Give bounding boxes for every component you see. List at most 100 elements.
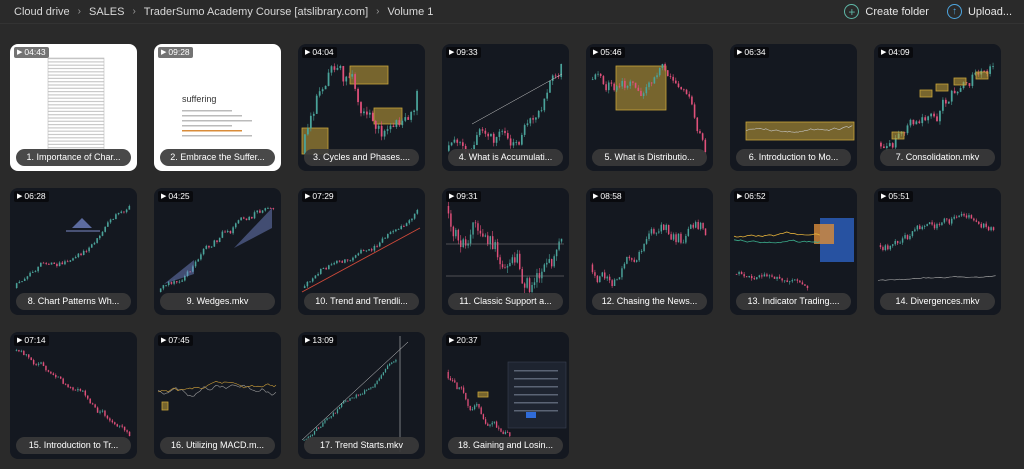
thumbnail-caption: suffering [182, 94, 216, 104]
duration-text: 04:43 [24, 47, 46, 57]
play-icon: ▶ [593, 193, 599, 200]
duration-badge: ▶ 04:25 [158, 191, 193, 202]
duration-text: 13:09 [312, 335, 334, 345]
duration-text: 05:46 [600, 47, 622, 57]
file-tile[interactable]: suffering ▶ 09:28 2. Embrace the Suffer... [154, 44, 281, 171]
file-tile[interactable]: ▶ 07:45 16. Utilizing MACD.m... [154, 332, 281, 459]
upload-arrow-icon: ↑ [946, 4, 962, 19]
create-folder-button[interactable]: + Create folder [844, 4, 929, 19]
play-icon: ▶ [737, 193, 743, 200]
duration-text: 07:45 [168, 335, 190, 345]
play-icon: ▶ [305, 193, 311, 200]
file-name-label: 13. Indicator Trading.... [736, 293, 851, 310]
breadcrumb-volume[interactable]: Volume 1 [388, 6, 434, 18]
chevron-right-icon: › [132, 6, 136, 17]
play-icon: ▶ [17, 337, 23, 344]
duration-badge: ▶ 06:34 [734, 47, 769, 58]
play-icon: ▶ [881, 193, 887, 200]
file-tile[interactable]: ▶ 13:09 17. Trend Starts.mkv [298, 332, 425, 459]
file-tile[interactable]: ▶ 09:33 4. What is Accumulati... [442, 44, 569, 171]
duration-text: 08:58 [600, 191, 622, 201]
duration-badge: ▶ 06:52 [734, 191, 769, 202]
play-icon: ▶ [449, 193, 455, 200]
file-name-label: 16. Utilizing MACD.m... [160, 437, 275, 454]
file-tile[interactable]: ▶ 04:09 7. Consolidation.mkv [874, 44, 1001, 171]
file-name-label: 10. Trend and Trendli... [304, 293, 419, 310]
file-name-label: 2. Embrace the Suffer... [160, 149, 275, 166]
play-icon: ▶ [593, 49, 599, 56]
duration-badge: ▶ 04:04 [302, 47, 337, 58]
file-grid: ▶ 04:43 1. Importance of Char... suffering ▶… [10, 44, 1001, 459]
duration-badge: ▶ 07:14 [14, 335, 49, 346]
toolbar-actions: + Create folder ↑ Upload... [844, 4, 1012, 19]
duration-text: 09:31 [456, 191, 478, 201]
file-name-label: 17. Trend Starts.mkv [304, 437, 419, 454]
breadcrumb-cloud-drive[interactable]: Cloud drive [14, 6, 70, 18]
play-icon: ▶ [161, 49, 167, 56]
duration-text: 04:04 [312, 47, 334, 57]
create-folder-label: Create folder [865, 5, 929, 18]
file-tile[interactable]: ▶ 06:52 13. Indicator Trading.... [730, 188, 857, 315]
play-icon: ▶ [449, 337, 455, 344]
duration-badge: ▶ 09:33 [446, 47, 481, 58]
file-name-label: 1. Importance of Char... [16, 149, 131, 166]
file-name-label: 8. Chart Patterns Wh... [16, 293, 131, 310]
duration-text: 05:51 [888, 191, 910, 201]
plus-circle-icon: + [844, 4, 860, 19]
duration-text: 04:25 [168, 191, 190, 201]
duration-text: 06:52 [744, 191, 766, 201]
file-tile[interactable]: ▶ 04:04 3. Cycles and Phases.... [298, 44, 425, 171]
duration-badge: ▶ 07:29 [302, 191, 337, 202]
file-name-label: 5. What is Distributio... [592, 149, 707, 166]
breadcrumb: Cloud drive › SALES › TraderSumo Academy… [14, 6, 433, 18]
breadcrumb-course[interactable]: TraderSumo Academy Course [atslibrary.co… [144, 6, 368, 18]
play-icon: ▶ [881, 49, 887, 56]
duration-badge: ▶ 13:09 [302, 335, 337, 346]
duration-text: 04:09 [888, 47, 910, 57]
file-name-label: 4. What is Accumulati... [448, 149, 563, 166]
file-tile[interactable]: ▶ 07:14 15. Introduction to Tr... [10, 332, 137, 459]
duration-text: 07:29 [312, 191, 334, 201]
file-name-label: 15. Introduction to Tr... [16, 437, 131, 454]
upload-label: Upload... [967, 5, 1012, 18]
file-name-label: 11. Classic Support a... [448, 293, 563, 310]
play-icon: ▶ [737, 49, 743, 56]
file-name-label: 12. Chasing the News... [592, 293, 707, 310]
play-icon: ▶ [305, 49, 311, 56]
play-icon: ▶ [161, 337, 167, 344]
file-name-label: 7. Consolidation.mkv [880, 149, 995, 166]
upload-button[interactable]: ↑ Upload... [946, 4, 1012, 19]
file-tile[interactable]: ▶ 08:58 12. Chasing the News... [586, 188, 713, 315]
file-tile[interactable]: ▶ 06:28 8. Chart Patterns Wh... [10, 188, 137, 315]
duration-badge: ▶ 20:37 [446, 335, 481, 346]
file-name-label: 18. Gaining and Losin... [448, 437, 563, 454]
file-name-label: 6. Introduction to Mo... [736, 149, 851, 166]
file-tile[interactable]: ▶ 04:25 9. Wedges.mkv [154, 188, 281, 315]
duration-badge: ▶ 04:43 [14, 47, 49, 58]
play-icon: ▶ [17, 193, 23, 200]
file-tile[interactable]: ▶ 09:31 11. Classic Support a... [442, 188, 569, 315]
duration-badge: ▶ 09:28 [158, 47, 193, 58]
file-tile[interactable]: ▶ 20:37 18. Gaining and Losin... [442, 332, 569, 459]
file-tile[interactable]: ▶ 05:51 14. Divergences.mkv [874, 188, 1001, 315]
file-name-label: 3. Cycles and Phases.... [304, 149, 419, 166]
file-tile[interactable]: ▶ 04:43 1. Importance of Char... [10, 44, 137, 171]
file-name-label: 9. Wedges.mkv [160, 293, 275, 310]
duration-badge: ▶ 05:51 [878, 191, 913, 202]
breadcrumb-sales[interactable]: SALES [89, 6, 124, 18]
duration-badge: ▶ 04:09 [878, 47, 913, 58]
duration-text: 09:28 [168, 47, 190, 57]
duration-text: 07:14 [24, 335, 46, 345]
file-tile[interactable]: ▶ 06:34 6. Introduction to Mo... [730, 44, 857, 171]
duration-badge: ▶ 07:45 [158, 335, 193, 346]
file-tile[interactable]: ▶ 05:46 5. What is Distributio... [586, 44, 713, 171]
duration-text: 20:37 [456, 335, 478, 345]
duration-text: 06:34 [744, 47, 766, 57]
duration-badge: ▶ 05:46 [590, 47, 625, 58]
duration-text: 09:33 [456, 47, 478, 57]
play-icon: ▶ [305, 337, 311, 344]
file-tile[interactable]: ▶ 07:29 10. Trend and Trendli... [298, 188, 425, 315]
top-bar: Cloud drive › SALES › TraderSumo Academy… [0, 0, 1024, 24]
file-name-label: 14. Divergences.mkv [880, 293, 995, 310]
chevron-right-icon: › [77, 6, 81, 17]
